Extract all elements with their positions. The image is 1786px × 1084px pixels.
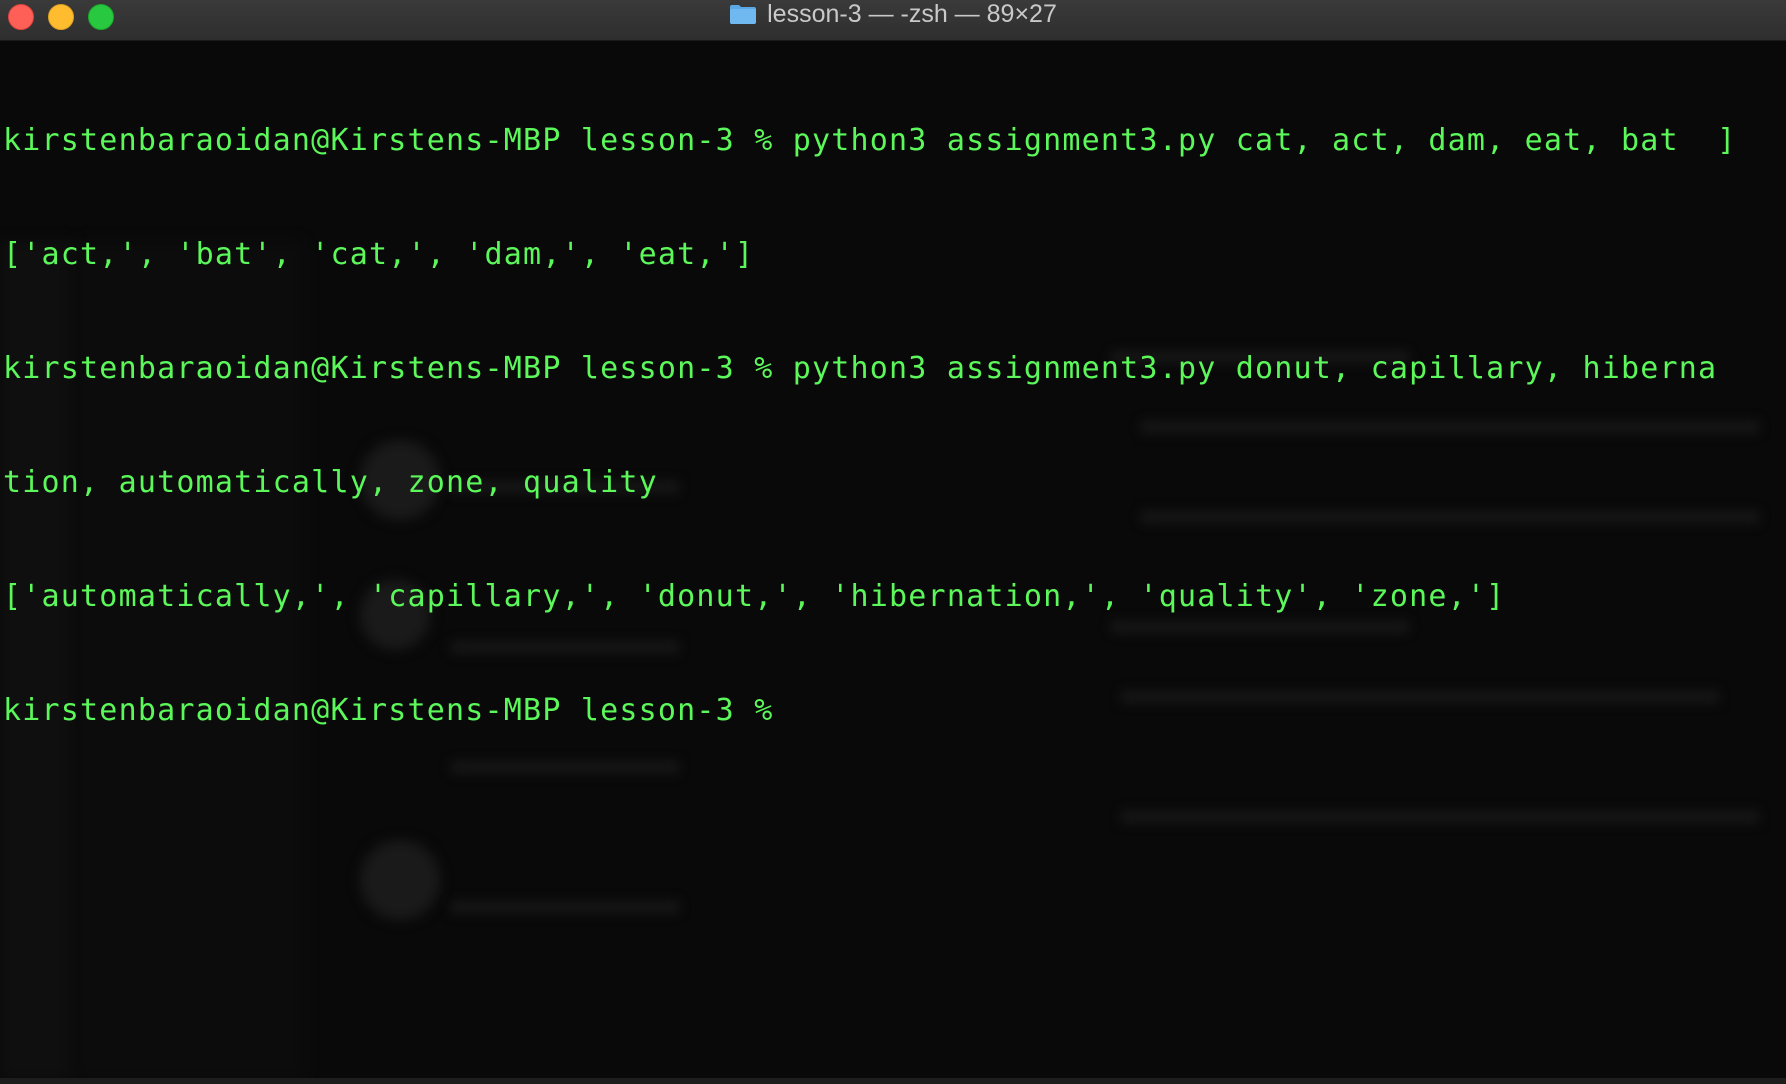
window-bottom-edge [0,1078,1786,1084]
ghost-avatar [360,840,440,920]
terminal-output: kirstenbaraoidan@Kirstens-MBP lesson-3 %… [3,46,1786,806]
terminal-line: kirstenbaraoidan@Kirstens-MBP lesson-3 %… [3,123,1737,158]
terminal-line: ['automatically,', 'capillary,', 'donut,… [3,579,1506,614]
terminal-area[interactable]: kirstenbaraoidan@Kirstens-MBP lesson-3 %… [0,40,1786,1080]
terminal-line: tion, automatically, zone, quality [3,465,658,500]
terminal-line: ['act,', 'bat', 'cat,', 'dam,', 'eat,'] [3,237,755,272]
terminal-window: lesson-3 — -zsh — 89×27 kirstenbaraoidan… [0,0,1786,1084]
ghost-text [1120,810,1760,824]
folder-icon [729,3,757,25]
terminal-line: kirstenbaraoidan@Kirstens-MBP lesson-3 %… [3,351,1718,386]
window-title: lesson-3 — -zsh — 89×27 [767,0,1057,28]
window-title-group: lesson-3 — -zsh — 89×27 [0,0,1786,28]
title-bar[interactable]: lesson-3 — -zsh — 89×27 [0,0,1786,41]
terminal-line: kirstenbaraoidan@Kirstens-MBP lesson-3 % [3,693,793,728]
ghost-text [450,900,680,914]
